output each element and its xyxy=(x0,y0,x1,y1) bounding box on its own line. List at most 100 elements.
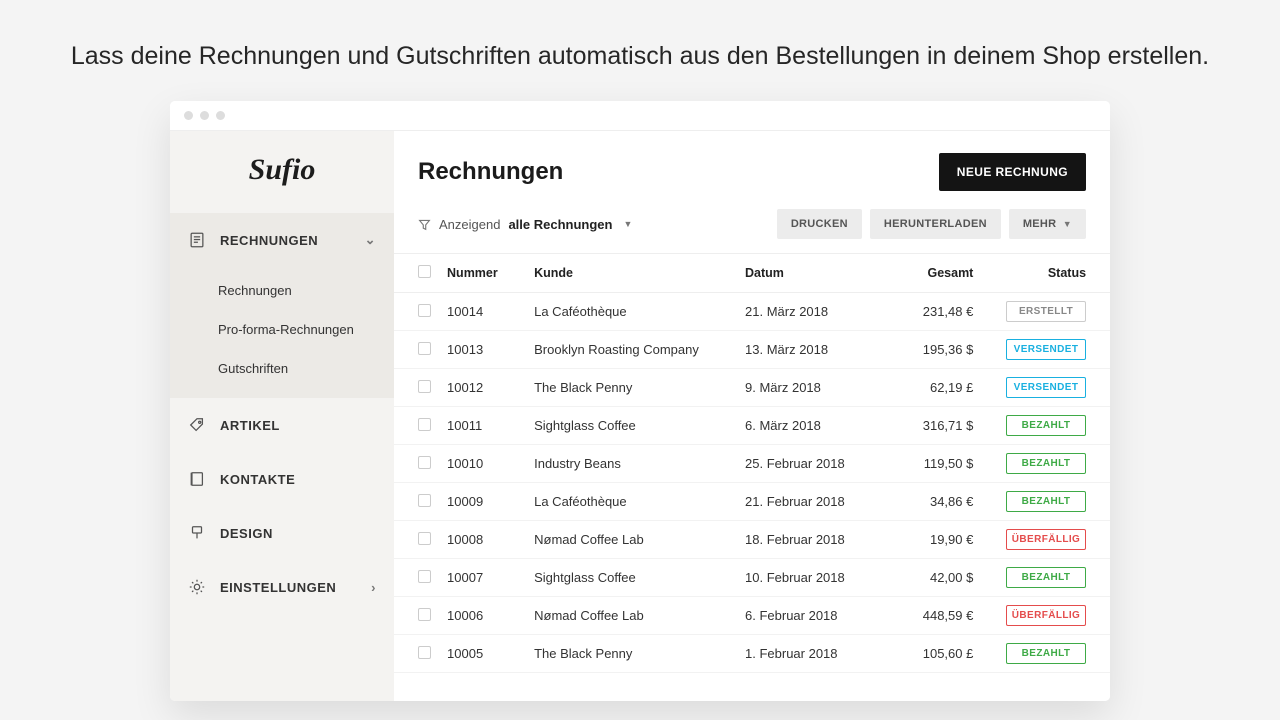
cell-date: 1. Februar 2018 xyxy=(745,646,898,661)
cell-number: 10010 xyxy=(447,456,534,471)
table-row[interactable]: 10010Industry Beans25. Februar 2018119,5… xyxy=(394,445,1110,483)
cell-number: 10011 xyxy=(447,418,534,433)
cell-number: 10014 xyxy=(447,304,534,319)
table-row[interactable]: 10006Nømad Coffee Lab6. Februar 2018448,… xyxy=(394,597,1110,635)
more-button[interactable]: MEHR ▼ xyxy=(1009,209,1086,239)
cell-customer: Nømad Coffee Lab xyxy=(534,532,745,547)
status-badge: VERSENDET xyxy=(1006,377,1086,398)
cell-customer: The Black Penny xyxy=(534,380,745,395)
cell-customer: Nømad Coffee Lab xyxy=(534,608,745,623)
table-row[interactable]: 10009La Caféothèque21. Februar 201834,86… xyxy=(394,483,1110,521)
main-panel: Rechnungen NEUE RECHNUNG Anzeigend alle … xyxy=(394,131,1110,701)
col-number[interactable]: Nummer xyxy=(447,266,534,280)
cell-total: 42,00 $ xyxy=(898,570,987,585)
table-row[interactable]: 10007Sightglass Coffee10. Februar 201842… xyxy=(394,559,1110,597)
col-total[interactable]: Gesamt xyxy=(898,266,987,280)
col-date[interactable]: Datum xyxy=(745,266,898,280)
cell-number: 10013 xyxy=(447,342,534,357)
status-badge: ÜBERFÄLLIG xyxy=(1006,529,1086,550)
row-checkbox[interactable] xyxy=(418,418,431,431)
row-checkbox[interactable] xyxy=(418,532,431,545)
status-badge: ÜBERFÄLLIG xyxy=(1006,605,1086,626)
document-icon xyxy=(188,231,206,249)
filter-prefix: Anzeigend xyxy=(439,217,500,232)
nav-label: ARTIKEL xyxy=(220,418,376,433)
row-checkbox[interactable] xyxy=(418,494,431,507)
row-checkbox[interactable] xyxy=(418,646,431,659)
status-badge: BEZAHLT xyxy=(1006,643,1086,664)
select-all-checkbox[interactable] xyxy=(418,265,431,278)
nav-products[interactable]: ARTIKEL xyxy=(170,398,394,452)
table-row[interactable]: 10013Brooklyn Roasting Company13. März 2… xyxy=(394,331,1110,369)
cell-total: 448,59 € xyxy=(898,608,987,623)
new-invoice-button[interactable]: NEUE RECHNUNG xyxy=(939,153,1086,191)
cell-customer: Sightglass Coffee xyxy=(534,570,745,585)
brush-icon xyxy=(188,524,206,542)
nav-label: DESIGN xyxy=(220,526,376,541)
table-row[interactable]: 10014La Caféothèque21. März 2018231,48 €… xyxy=(394,293,1110,331)
cell-number: 10008 xyxy=(447,532,534,547)
cell-customer: La Caféothèque xyxy=(534,304,745,319)
contacts-icon xyxy=(188,470,206,488)
cell-total: 231,48 € xyxy=(898,304,987,319)
status-badge: BEZAHLT xyxy=(1006,415,1086,436)
table-header: Nummer Kunde Datum Gesamt Status xyxy=(394,253,1110,293)
nav-contacts[interactable]: KONTAKTE xyxy=(170,452,394,506)
cell-date: 13. März 2018 xyxy=(745,342,898,357)
cell-customer: Sightglass Coffee xyxy=(534,418,745,433)
cell-customer: La Caféothèque xyxy=(534,494,745,509)
row-checkbox[interactable] xyxy=(418,304,431,317)
nav-label: EINSTELLUNGEN xyxy=(220,580,357,595)
col-customer[interactable]: Kunde xyxy=(534,266,745,280)
print-button[interactable]: DRUCKEN xyxy=(777,209,862,239)
status-badge: VERSENDET xyxy=(1006,339,1086,360)
traffic-light-close[interactable] xyxy=(184,111,193,120)
row-checkbox[interactable] xyxy=(418,380,431,393)
col-status[interactable]: Status xyxy=(987,266,1086,280)
filter-scope: alle Rechnungen xyxy=(508,217,612,232)
cell-total: 119,50 $ xyxy=(898,456,987,471)
traffic-light-min[interactable] xyxy=(200,111,209,120)
cell-customer: Industry Beans xyxy=(534,456,745,471)
row-checkbox[interactable] xyxy=(418,456,431,469)
promo-tagline: Lass deine Rechnungen und Gutschriften a… xyxy=(0,42,1280,71)
page-title: Rechnungen xyxy=(418,158,563,186)
cell-number: 10012 xyxy=(447,380,534,395)
cell-date: 9. März 2018 xyxy=(745,380,898,395)
table-row[interactable]: 10012The Black Penny9. März 201862,19 £ V… xyxy=(394,369,1110,407)
cell-number: 10006 xyxy=(447,608,534,623)
nav-invoices[interactable]: RECHNUNGEN ⌄ xyxy=(170,213,394,267)
gear-icon xyxy=(188,578,206,596)
filter-dropdown[interactable]: Anzeigend alle Rechnungen ▼ xyxy=(418,217,632,232)
cell-date: 18. Februar 2018 xyxy=(745,532,898,547)
cell-total: 62,19 £ xyxy=(898,380,987,395)
cell-date: 6. Februar 2018 xyxy=(745,608,898,623)
caret-down-icon: ▼ xyxy=(623,219,632,229)
table-row[interactable]: 10011Sightglass Coffee6. März 2018316,71… xyxy=(394,407,1110,445)
cell-number: 10005 xyxy=(447,646,534,661)
cell-date: 21. März 2018 xyxy=(745,304,898,319)
cell-number: 10009 xyxy=(447,494,534,509)
table-row[interactable]: 10008Nømad Coffee Lab18. Februar 201819,… xyxy=(394,521,1110,559)
subnav-invoices[interactable]: Rechnungen xyxy=(170,271,394,310)
status-badge: BEZAHLT xyxy=(1006,491,1086,512)
download-button[interactable]: HERUNTERLADEN xyxy=(870,209,1001,239)
cell-number: 10007 xyxy=(447,570,534,585)
nav-design[interactable]: DESIGN xyxy=(170,506,394,560)
table-row[interactable]: 10005The Black Penny1. Februar 2018105,6… xyxy=(394,635,1110,673)
cell-customer: The Black Penny xyxy=(534,646,745,661)
nav-invoices-submenu: Rechnungen Pro-forma-Rechnungen Gutschri… xyxy=(170,267,394,398)
cell-customer: Brooklyn Roasting Company xyxy=(534,342,745,357)
row-checkbox[interactable] xyxy=(418,608,431,621)
cell-date: 6. März 2018 xyxy=(745,418,898,433)
traffic-light-max[interactable] xyxy=(216,111,225,120)
status-badge: ERSTELLT xyxy=(1006,301,1086,322)
table-body: 10014La Caféothèque21. März 2018231,48 €… xyxy=(394,293,1110,673)
subnav-proforma[interactable]: Pro-forma-Rechnungen xyxy=(170,310,394,349)
row-checkbox[interactable] xyxy=(418,570,431,583)
row-checkbox[interactable] xyxy=(418,342,431,355)
nav-settings[interactable]: EINSTELLUNGEN › xyxy=(170,560,394,614)
subnav-credits[interactable]: Gutschriften xyxy=(170,349,394,388)
cell-total: 105,60 £ xyxy=(898,646,987,661)
chevron-down-icon: ⌄ xyxy=(365,232,376,248)
